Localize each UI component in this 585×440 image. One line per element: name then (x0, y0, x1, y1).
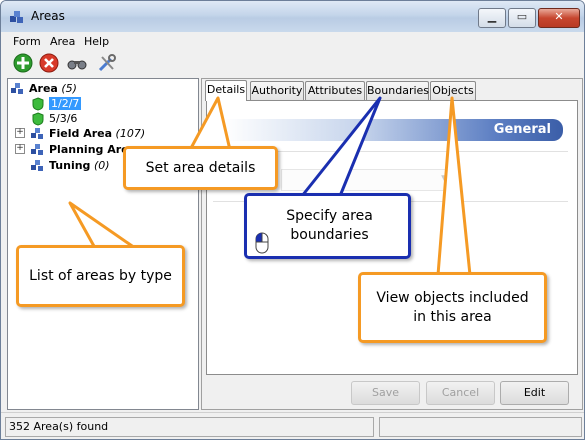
add-icon[interactable] (13, 53, 33, 73)
search-binoculars-icon[interactable] (67, 53, 87, 73)
close-button[interactable]: ✕ (538, 8, 580, 28)
plus-icon: + (16, 127, 24, 137)
callout-text: Set area details (145, 159, 256, 176)
callout-text: List of areas by type (29, 267, 172, 284)
mouse-icon (255, 232, 269, 254)
green-shield-icon (32, 112, 44, 126)
menu-bar: Form Area Help (1, 32, 584, 50)
expand-toggle[interactable]: + (15, 127, 25, 138)
tools-icon[interactable] (97, 53, 117, 73)
faded-dropdown[interactable]: ▼ (281, 169, 453, 191)
delete-icon[interactable] (39, 53, 59, 73)
tree-item-label: Area (29, 82, 58, 95)
tab-objects[interactable]: Objects (430, 81, 476, 100)
title-bar[interactable]: Areas ▁ ▭ ✕ (1, 1, 584, 32)
tree-item-5-3-6[interactable]: 5/3/6 (31, 111, 151, 127)
tab-details[interactable]: Details (205, 80, 247, 101)
callout-set-area-details: Set area details (123, 146, 278, 190)
maximize-icon: ▭ (516, 10, 528, 23)
general-section-header: General (223, 119, 563, 141)
area-group-icon (31, 144, 43, 155)
window-title: Areas (31, 9, 65, 23)
menu-form[interactable]: Form (13, 35, 41, 48)
status-text: 352 Area(s) found (5, 417, 374, 437)
minimize-button[interactable]: ▁ (478, 8, 506, 28)
toolbar (1, 50, 584, 76)
cancel-button[interactable]: Cancel (426, 381, 495, 405)
area-group-icon (31, 160, 43, 171)
callout-view-objects: View objects included in this area (358, 272, 547, 343)
tab-boundaries[interactable]: Boundaries (366, 81, 429, 100)
tree-item-count: (0) (93, 159, 110, 172)
minimize-icon: ▁ (487, 10, 497, 23)
tree-item-field-area[interactable]: Field Area (107) (31, 126, 191, 142)
menu-area[interactable]: Area (50, 35, 75, 48)
tab-authority[interactable]: Authority (250, 81, 304, 100)
tree-item-label: 1/2/7 (49, 97, 82, 110)
maximize-button[interactable]: ▭ (508, 8, 536, 28)
tree-item-count: (107) (115, 127, 146, 140)
edit-button[interactable]: Edit (500, 381, 569, 405)
green-shield-icon (32, 97, 44, 111)
callout-specify-boundaries: Specify area boundaries (244, 193, 411, 259)
tree-item-label: 5/3/6 (49, 112, 78, 125)
expand-toggle[interactable]: + (15, 143, 25, 154)
status-cell-empty (379, 417, 582, 437)
area-group-icon (31, 128, 43, 139)
tree-item-1-2-7[interactable]: 1/2/7 (31, 96, 151, 112)
tree-item-label: Field Area (49, 127, 113, 140)
areas-app-icon (10, 11, 23, 23)
section-title: General (493, 122, 551, 137)
status-bar: 352 Area(s) found (1, 412, 584, 439)
tab-attributes[interactable]: Attributes (305, 81, 365, 100)
tree-item-label: Tuning (49, 159, 91, 172)
menu-help[interactable]: Help (84, 35, 109, 48)
chevron-down-icon: ▼ (441, 174, 448, 184)
save-button[interactable]: Save (351, 381, 420, 405)
area-group-icon (11, 83, 23, 94)
plus-icon: + (16, 143, 24, 153)
close-icon: ✕ (554, 10, 564, 23)
tree-item-area[interactable]: Area (5) (11, 81, 161, 97)
callout-text: Specify area boundaries (286, 208, 373, 243)
tree-item-count: (5) (61, 82, 77, 95)
callout-text: View objects included in this area (376, 289, 529, 325)
callout-list-of-areas: List of areas by type (16, 245, 185, 307)
